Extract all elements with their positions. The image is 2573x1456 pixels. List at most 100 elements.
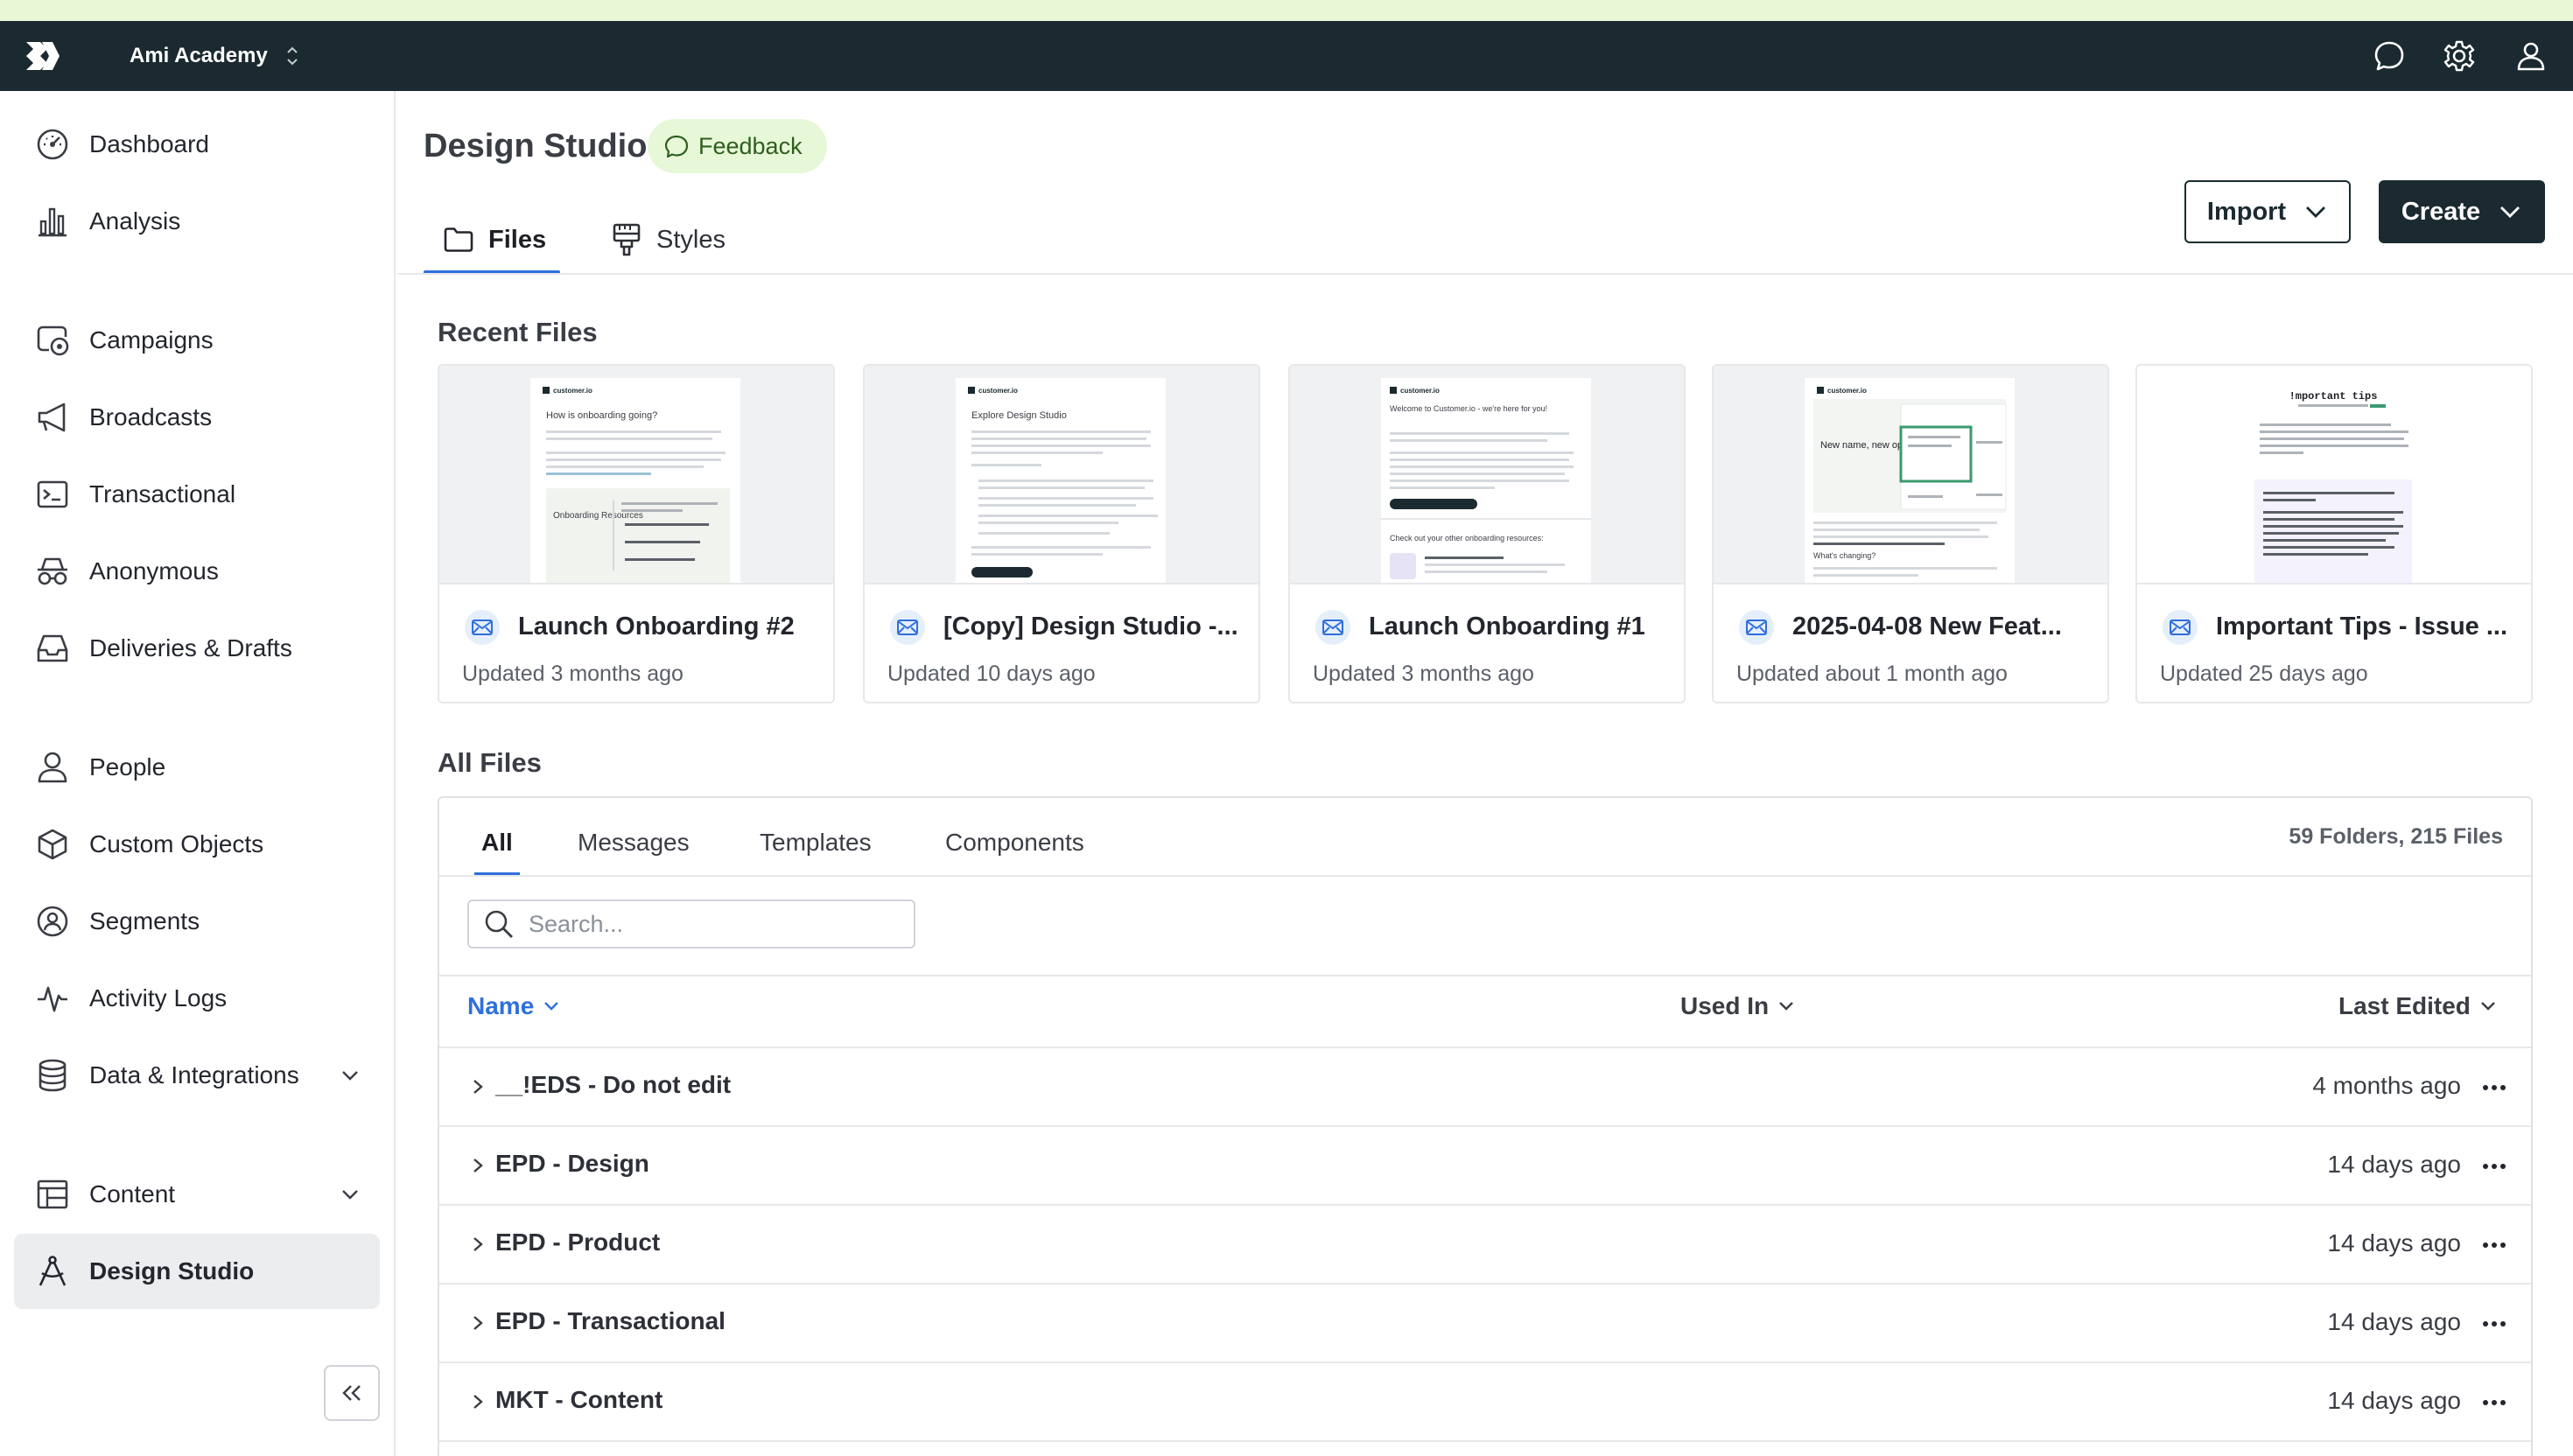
folder-name: EPD - Transactional xyxy=(495,1307,726,1334)
folder-file-count: 59 Folders, 215 Files xyxy=(2289,824,2503,849)
workspace-switcher[interactable]: Ami Academy xyxy=(130,42,301,70)
folder-row[interactable]: MKT - Content 14 days ago xyxy=(439,1362,2531,1440)
sidebar-item-label: Deliveries & Drafts xyxy=(89,634,292,662)
tab-all[interactable]: All xyxy=(474,808,520,877)
more-options-icon[interactable] xyxy=(2477,1390,2512,1416)
chevron-down-icon xyxy=(342,1190,358,1200)
sidebar-item-campaigns[interactable]: Campaigns xyxy=(14,303,380,378)
folder-row[interactable]: __!EDS - Do not edit 4 months ago xyxy=(439,1046,2531,1125)
chevron-right-icon[interactable] xyxy=(469,1156,487,1175)
import-dropdown-button[interactable]: Import xyxy=(2184,180,2351,243)
paint-brush-icon xyxy=(613,223,641,256)
tab-styles[interactable]: Styles xyxy=(611,205,742,275)
sidebar-item-design-studio[interactable]: Design Studio xyxy=(14,1234,380,1309)
search-icon xyxy=(485,910,513,938)
sidebar-item-label: Design Studio xyxy=(89,1257,255,1284)
incognito-icon xyxy=(38,557,67,585)
chevron-right-icon[interactable] xyxy=(469,1235,487,1254)
app-logo[interactable] xyxy=(23,38,61,74)
folder-row[interactable]: EPD - Product 14 days ago xyxy=(439,1204,2531,1283)
tab-all-label: All xyxy=(481,829,513,856)
svg-text:customer.io: customer.io xyxy=(978,387,1018,395)
main-content: Design Studio Feedback Files Styles Impo… xyxy=(397,91,2573,1456)
file-card-title: 2025-04-08 New Feat... xyxy=(1792,612,2062,640)
tab-components[interactable]: Components xyxy=(945,808,1084,877)
file-card-updated: Updated 3 months ago xyxy=(462,662,684,686)
header-divider xyxy=(397,273,2573,275)
sidebar-item-deliveries-drafts[interactable]: Deliveries & Drafts xyxy=(14,611,380,686)
folder-row[interactable] xyxy=(439,1440,2531,1456)
chevron-down-icon xyxy=(1779,1002,1793,1011)
recent-file-card[interactable]: !mportant tips Important Tips - Issue ..… xyxy=(2135,364,2533,704)
tab-messages-label: Messages xyxy=(578,829,690,856)
sidebar-item-custom-objects[interactable]: Custom Objects xyxy=(14,807,380,882)
sidebar-item-analysis[interactable]: Analysis xyxy=(14,184,380,259)
search-field[interactable] xyxy=(467,900,915,948)
last-edited: 14 days ago xyxy=(2327,1229,2461,1256)
last-edited: 14 days ago xyxy=(2327,1308,2461,1335)
tab-messages[interactable]: Messages xyxy=(578,808,690,877)
chevron-updown-icon xyxy=(287,46,298,66)
sidebar-item-dashboard[interactable]: Dashboard xyxy=(14,107,380,182)
column-header-used-in[interactable]: Used In xyxy=(1680,992,1795,1020)
chevron-down-icon xyxy=(342,1071,358,1081)
file-card-title: Launch Onboarding #1 xyxy=(1369,612,1645,640)
chevron-right-icon[interactable] xyxy=(469,1313,487,1333)
sidebar-item-label: Transactional xyxy=(89,480,236,508)
recent-file-card[interactable]: customer.io Explore Design Studio [Copy]… xyxy=(863,364,1260,704)
sidebar-item-label: Custom Objects xyxy=(89,830,264,858)
sidebar-item-broadcasts[interactable]: Broadcasts xyxy=(14,380,380,455)
file-card-updated: Updated 3 months ago xyxy=(1313,662,1534,686)
more-options-icon[interactable] xyxy=(2477,1074,2512,1101)
column-last-edited-label: Last Edited xyxy=(2338,992,2471,1019)
user-account-icon[interactable] xyxy=(2513,38,2548,74)
email-message-icon xyxy=(465,610,500,645)
svg-text:Welcome to Customer.io - we're: Welcome to Customer.io - we're here for … xyxy=(1390,404,1547,413)
chevron-right-icon[interactable] xyxy=(469,1077,487,1096)
more-options-icon[interactable] xyxy=(2477,1311,2512,1337)
column-header-name[interactable]: Name xyxy=(467,992,560,1020)
sidebar-item-transactional[interactable]: Transactional xyxy=(14,457,380,532)
sidebar-item-anonymous[interactable]: Anonymous xyxy=(14,534,380,609)
tab-templates[interactable]: Templates xyxy=(760,808,872,877)
email-message-icon xyxy=(1315,610,1350,645)
email-preview-image: customer.io Explore Design Studio xyxy=(956,378,1166,583)
more-options-icon[interactable] xyxy=(2477,1153,2512,1180)
recent-file-card[interactable]: customer.io New name, new options What's… xyxy=(1712,364,2109,704)
sidebar-item-activity-logs[interactable]: Activity Logs xyxy=(14,961,380,1036)
import-label: Import xyxy=(2206,197,2287,226)
collapse-sidebar-button[interactable] xyxy=(324,1365,380,1421)
tab-files[interactable]: Files xyxy=(424,205,560,275)
email-message-icon xyxy=(2163,610,2198,645)
feedback-button[interactable]: Feedback xyxy=(648,119,827,173)
tab-components-label: Components xyxy=(945,829,1084,856)
sidebar-item-segments[interactable]: Segments xyxy=(14,884,380,959)
recent-file-card[interactable]: customer.io How is onboarding going? Onb… xyxy=(438,364,835,704)
more-options-icon[interactable] xyxy=(2477,1232,2512,1258)
chevron-down-icon xyxy=(544,1002,559,1011)
folder-row[interactable]: EPD - Transactional 14 days ago xyxy=(439,1283,2531,1362)
settings-gear-icon[interactable] xyxy=(2442,38,2477,74)
recent-file-card[interactable]: customer.io Welcome to Customer.io - we'… xyxy=(1288,364,1686,704)
folder-name: MKT - Content xyxy=(495,1386,663,1413)
folder-name: EPD - Product xyxy=(495,1228,661,1256)
chevron-down-icon xyxy=(2306,206,2326,218)
folder-name: __!EDS - Do not edit xyxy=(495,1071,732,1098)
file-card-updated: Updated 10 days ago xyxy=(887,662,1096,686)
tab-files-label: Files xyxy=(488,225,547,254)
svg-text:What's changing?: What's changing? xyxy=(1813,551,1875,560)
segments-icon xyxy=(37,906,68,937)
chat-icon[interactable] xyxy=(2372,38,2407,74)
sidebar-item-people[interactable]: People xyxy=(14,730,380,805)
sidebar-item-content[interactable]: Content xyxy=(14,1157,380,1232)
file-thumbnail: customer.io Explore Design Studio xyxy=(865,366,1258,584)
sidebar-item-data-integrations[interactable]: Data & Integrations xyxy=(14,1038,380,1113)
bar-chart-icon xyxy=(39,207,67,237)
folder-row[interactable]: EPD - Design 14 days ago xyxy=(439,1125,2531,1204)
column-header-last-edited[interactable]: Last Edited xyxy=(2338,992,2497,1020)
email-message-icon xyxy=(890,610,925,645)
create-dropdown-button[interactable]: Create xyxy=(2379,180,2545,243)
chevron-right-icon[interactable] xyxy=(469,1392,487,1411)
sidebar-item-label: Data & Integrations xyxy=(89,1061,299,1088)
search-input[interactable] xyxy=(529,910,896,938)
